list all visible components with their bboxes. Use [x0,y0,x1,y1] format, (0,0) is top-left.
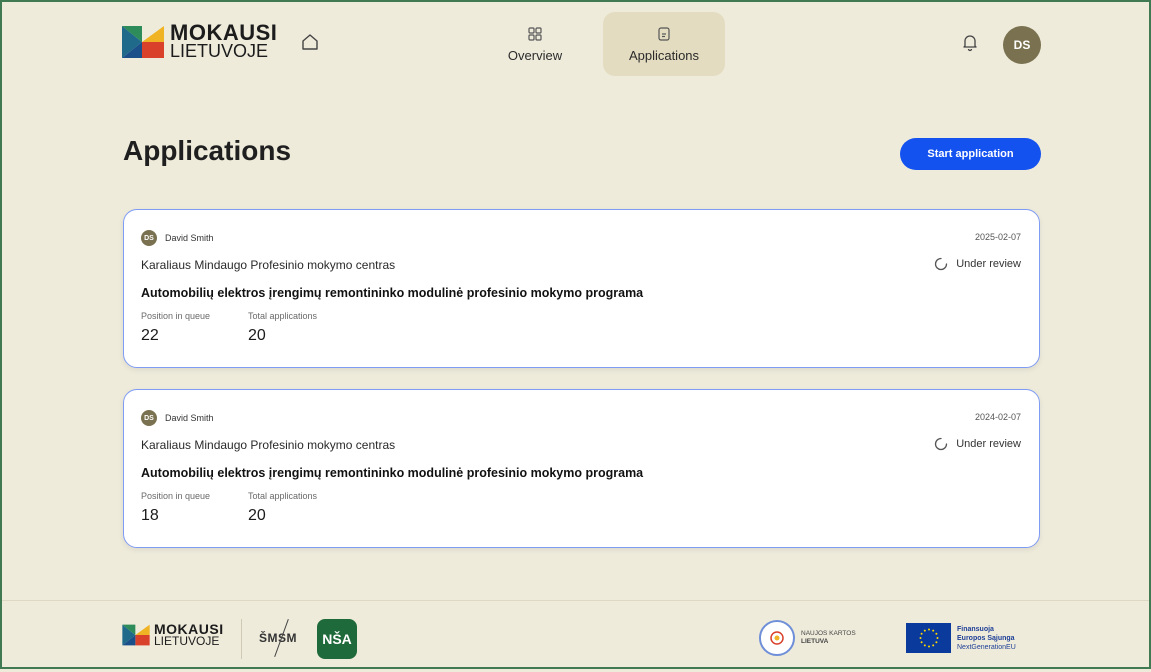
footer-logo-subtitle: LIETUVOJE [154,634,220,648]
top-header: MOKAUSI LIETUVOJE Overview Applications … [2,2,1149,82]
applicant: DS David Smith [141,410,214,426]
eu-funding-logo[interactable]: Finansuoja Europos Sąjunga NextGeneratio… [906,623,1016,653]
bell-icon[interactable] [960,32,980,52]
page-title: Applications [123,135,292,166]
application-card[interactable]: DS David Smith 2024-02-07 Karaliaus Mind… [123,389,1040,548]
program-name: Automobilių elektros įrengimų remontinin… [141,286,644,300]
start-application-button[interactable]: Start application [900,138,1041,170]
nsa-logo[interactable]: NŠA [317,619,357,659]
nav-tab-overview[interactable]: Overview [494,12,576,76]
program-name: Automobilių elektros įrengimų remontinin… [141,466,644,480]
applicant-avatar: DS [141,230,157,246]
total-applications: Total applications 20 [248,491,317,525]
status-label: Under review [956,438,1021,450]
nav-tab-applications-label: Applications [628,47,700,63]
eu-line2: Europos Sąjunga [957,634,1015,642]
school-name: Karaliaus Mindaugo Profesinio mokymo cen… [141,258,396,272]
school-name: Karaliaus Mindaugo Profesinio mokymo cen… [141,438,396,452]
logo-mark-icon [122,26,164,58]
nk-line1: NAUJOS KARTOS [801,630,856,637]
footer-mokausi-logo[interactable]: MOKAUSI LIETUVOJE [122,622,224,648]
footer-divider [241,619,242,659]
home-icon[interactable] [300,32,320,52]
position-label: Position in queue [141,311,211,321]
application-date: 2024-02-07 [974,412,1021,422]
spinner-icon [935,437,948,451]
footer: MOKAUSI LIETUVOJE ŠMSM NŠA NAUJOS KARTOS… [2,600,1149,672]
document-icon [658,26,670,41]
status-label: Under review [956,258,1021,270]
naujos-kartos-emblem-icon [759,620,795,656]
total-label: Total applications [248,311,318,321]
eu-flag-icon [906,623,951,653]
position-value: 22 [141,327,159,344]
nav-tab-applications[interactable]: Applications [603,12,725,76]
applicant: DS David Smith [141,230,214,246]
spinner-icon [935,257,948,271]
applicant-name: David Smith [165,413,214,423]
eu-line3: NextGenerationEU [957,643,1016,651]
position-value: 18 [141,507,159,524]
logo-mark-icon [122,624,150,646]
logo-title: MOKAUSI [170,20,278,45]
total-value: 20 [248,507,266,524]
application-card[interactable]: DS David Smith 2025-02-07 Karaliaus Mind… [123,209,1040,368]
application-date: 2025-02-07 [974,232,1021,242]
status-badge: Under review [934,257,1021,271]
logo-subtitle: LIETUVOJE [170,41,269,61]
nk-line2: LIETUVA [801,638,829,645]
total-label: Total applications [248,491,318,501]
position-in-queue: Position in queue 18 [141,491,210,525]
grid-icon [528,26,542,41]
user-avatar[interactable]: DS [1003,26,1041,64]
position-label: Position in queue [141,491,211,501]
naujos-kartos-logo[interactable]: NAUJOS KARTOS LIETUVA [759,620,856,656]
nav-tab-overview-label: Overview [507,47,563,63]
eu-line1: Finansuoja [957,625,994,633]
position-in-queue: Position in queue 22 [141,311,210,345]
total-applications: Total applications 20 [248,311,317,345]
status-badge: Under review [934,437,1021,451]
applicant-avatar: DS [141,410,157,426]
total-value: 20 [248,327,266,344]
mokausi-logo[interactable]: MOKAUSI LIETUVOJE [122,22,277,62]
applicant-name: David Smith [165,233,214,243]
